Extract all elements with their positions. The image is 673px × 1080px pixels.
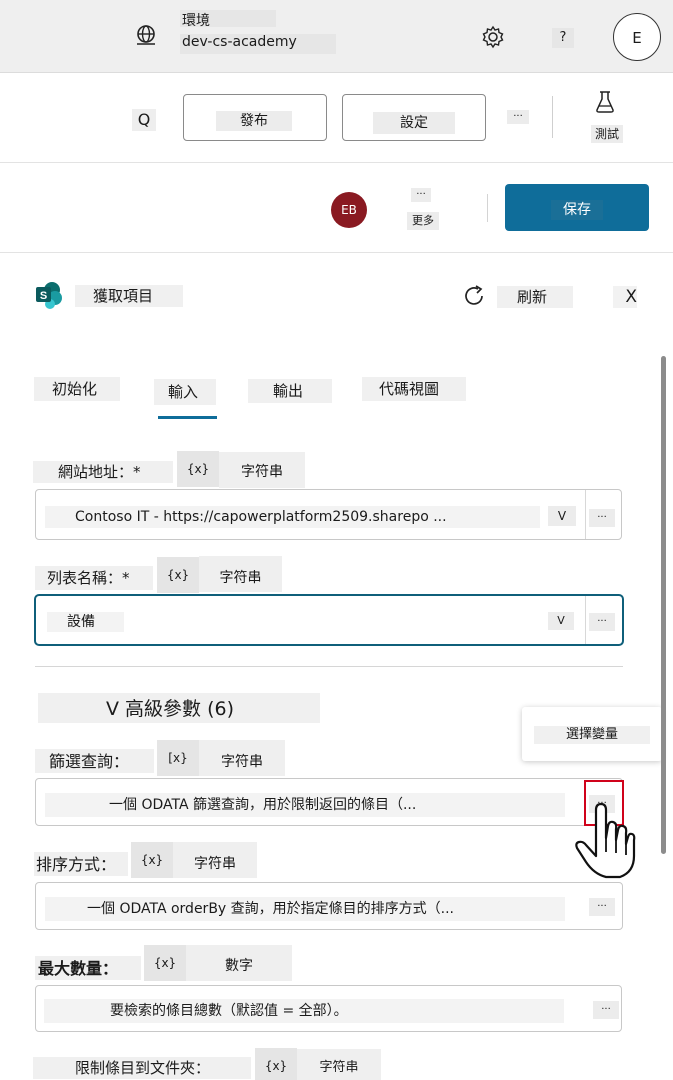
- tab-input[interactable]: 輸入: [154, 379, 216, 405]
- max-count-placeholder: 要檢索的條目總數（默認值 = 全部）。: [44, 999, 564, 1023]
- user-avatar[interactable]: E: [613, 13, 661, 61]
- select-variable-tooltip: 選擇變量: [522, 707, 662, 761]
- filter-variable-chip[interactable]: [x}: [157, 740, 199, 776]
- action-title: 獲取項目: [75, 285, 183, 307]
- limit-folder-label: 限制條目到文件夾：: [33, 1057, 251, 1079]
- publish-button[interactable]: 發布: [183, 94, 327, 141]
- more-button[interactable]: ... 更多: [407, 187, 439, 230]
- max-ellipsis-button[interactable]: ...: [593, 1001, 619, 1019]
- gear-icon[interactable]: [480, 24, 506, 50]
- site-address-label: 網站地址：*: [33, 461, 173, 483]
- tab-active-indicator: [158, 416, 217, 419]
- save-label: 保存: [551, 200, 603, 220]
- tab-code-view[interactable]: 代碼視圖: [362, 377, 466, 401]
- more-commands-button[interactable]: ...: [507, 109, 529, 124]
- list-ellipsis-button[interactable]: ...: [589, 613, 615, 631]
- tooltip-text: 選擇變量: [534, 726, 650, 744]
- site-ellipsis-button[interactable]: ...: [589, 509, 615, 527]
- flask-icon[interactable]: [594, 90, 616, 114]
- help-button[interactable]: ?: [552, 28, 574, 48]
- globe-icon[interactable]: [133, 22, 159, 48]
- list-name-label: 列表名稱：*: [35, 566, 153, 590]
- list-type-chip: 字符串: [199, 556, 282, 592]
- filter-type-chip: 字符串: [199, 740, 285, 776]
- settings-button[interactable]: 設定: [342, 94, 486, 141]
- test-label[interactable]: 測試: [591, 125, 623, 143]
- max-type-chip: 數字: [186, 945, 292, 981]
- orderby-variable-chip[interactable]: {x}: [131, 842, 173, 878]
- save-button[interactable]: 保存: [505, 184, 649, 231]
- svg-text:S: S: [40, 290, 47, 302]
- divider: [585, 490, 586, 539]
- refresh-icon[interactable]: [462, 284, 488, 308]
- orderby-type-chip: 字符串: [173, 842, 257, 878]
- site-variable-chip[interactable]: {x}: [177, 451, 219, 487]
- more-dots: ...: [411, 187, 431, 202]
- environment-name[interactable]: dev-cs-academy: [180, 34, 336, 54]
- search-icon[interactable]: Q: [132, 109, 156, 131]
- sharepoint-icon: S: [34, 280, 64, 310]
- order-by-placeholder: 一個 ODATA orderBy 查詢，用於指定條目的排序方式（...: [45, 897, 565, 921]
- orderby-ellipsis-button[interactable]: ...: [589, 898, 615, 916]
- section-divider: [35, 666, 623, 667]
- filter-query-placeholder: 一個 ODATA 篩選查詢，用於限制返回的條目（...: [45, 793, 565, 817]
- tab-output[interactable]: 輸出: [248, 379, 332, 403]
- environment-title: 環境: [180, 10, 276, 29]
- tab-initialize[interactable]: 初始化: [34, 377, 120, 401]
- list-variable-chip[interactable]: {x}: [157, 557, 199, 593]
- site-type-chip: 字符串: [219, 452, 305, 488]
- max-variable-chip[interactable]: {x}: [144, 945, 186, 981]
- hand-cursor-icon: [572, 802, 642, 882]
- list-name-value: 設備: [47, 612, 124, 632]
- chevron-down-icon[interactable]: V: [548, 506, 576, 526]
- refresh-button[interactable]: 刷新: [497, 286, 573, 308]
- divider: [552, 96, 553, 138]
- settings-label: 設定: [373, 112, 455, 134]
- max-count-label: 最大數量：: [35, 956, 141, 980]
- publish-label: 發布: [216, 111, 292, 131]
- top-bar: 環境 dev-cs-academy ? E: [0, 0, 673, 73]
- folder-variable-chip[interactable]: {x}: [255, 1048, 297, 1080]
- folder-type-chip: 字符串: [297, 1049, 381, 1080]
- filter-query-label: 篩選查詢：: [35, 749, 154, 773]
- divider: [487, 194, 488, 222]
- collaborator-avatar[interactable]: EB: [331, 192, 367, 228]
- command-bar: Q 發布 設定 ... 測試: [0, 73, 673, 163]
- chevron-down-icon[interactable]: V: [548, 612, 574, 630]
- close-button[interactable]: X: [613, 286, 637, 308]
- scrollbar-thumb[interactable]: [661, 356, 666, 854]
- divider: [585, 596, 586, 644]
- order-by-label: 排序方式：: [34, 852, 128, 876]
- site-address-value: Contoso IT - https://capowerplatform2509…: [45, 506, 540, 528]
- advanced-parameters-toggle[interactable]: V 高級參數 (6): [38, 693, 320, 723]
- more-label: 更多: [407, 212, 439, 230]
